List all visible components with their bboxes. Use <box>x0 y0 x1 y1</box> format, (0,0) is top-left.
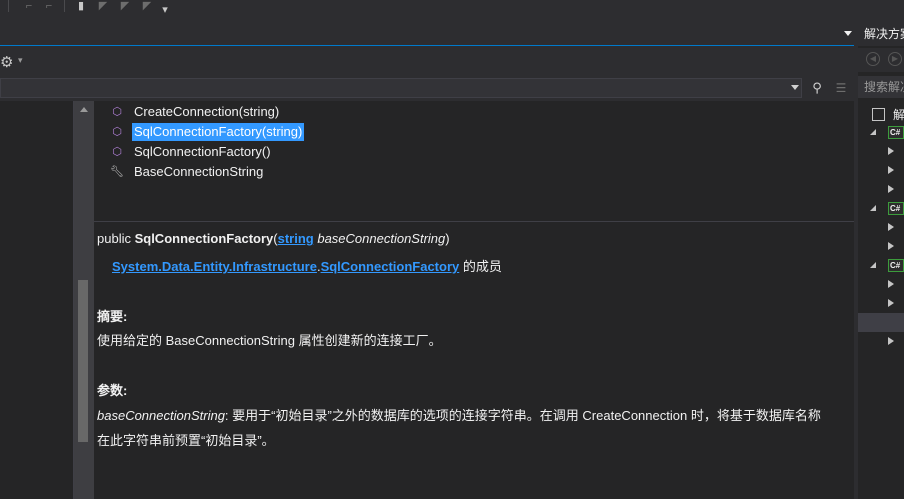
tree-project-row[interactable]: C# <box>858 123 904 142</box>
solution-icon <box>872 108 885 121</box>
csharp-project-icon: C# <box>888 259 904 272</box>
expand-icon[interactable] <box>888 147 894 155</box>
tree-row[interactable] <box>858 218 904 237</box>
clear-bookmark-icon[interactable]: ◤ <box>140 0 154 12</box>
collapse-icon[interactable] <box>870 262 876 268</box>
member-label: SqlConnectionFactory() <box>134 144 271 159</box>
scrollbar-thumb[interactable] <box>78 280 88 442</box>
expand-icon[interactable] <box>888 223 894 231</box>
document-header <box>0 22 858 46</box>
back-icon[interactable]: ◀ <box>866 52 880 66</box>
tree-row[interactable] <box>858 237 904 256</box>
toolbar-separator <box>8 0 9 12</box>
method-icon: ⬡ <box>112 106 122 118</box>
chevron-down-icon <box>791 85 799 90</box>
member-label: CreateConnection(string) <box>134 104 280 119</box>
tree-row[interactable] <box>858 332 904 351</box>
object-browser-toolbar: ⚙ ▾ <box>0 47 858 77</box>
signature-modifier: public <box>97 231 135 246</box>
tree-row[interactable] <box>858 294 904 313</box>
collapse-icon[interactable] <box>870 129 876 135</box>
tree-row[interactable] <box>858 180 904 199</box>
member-of-suffix: 的成员 <box>459 259 502 274</box>
property-icon: 🔧︎ <box>110 166 124 178</box>
expand-icon[interactable] <box>888 185 894 193</box>
member-label: BaseConnectionString <box>134 164 264 179</box>
signature-type-link[interactable]: string <box>278 231 314 246</box>
solution-explorer-title[interactable]: 解决方案 <box>858 22 904 46</box>
solution-explorer-toolbar: ◀ ▶ <box>858 48 904 72</box>
solution-explorer: 解决方案 ◀ ▶ 搜索解决 解 C# C# C# <box>858 22 904 499</box>
csharp-project-icon: C# <box>888 202 904 215</box>
objects-pane[interactable] <box>0 101 74 499</box>
summary-heading: 摘要: <box>97 309 128 324</box>
overflow-icon[interactable]: ▾ <box>158 4 172 16</box>
prev-bookmark-icon[interactable]: ◤ <box>96 0 110 12</box>
member-label: SqlConnectionFactory(string) <box>132 123 305 141</box>
member-of: System.Data.Entity.Infrastructure.SqlCon… <box>112 256 502 275</box>
class-link[interactable]: SqlConnectionFactory <box>321 259 460 274</box>
search-options-icon[interactable]: ☰ <box>832 79 850 97</box>
tree-row[interactable] <box>858 275 904 294</box>
tree-project-row[interactable]: C# <box>858 256 904 275</box>
scroll-up-icon[interactable] <box>80 107 88 112</box>
members-pane: ⬡ CreateConnection(string) ⬡ SqlConnecti… <box>94 101 854 221</box>
member-signature: public SqlConnectionFactory(string baseC… <box>97 231 450 246</box>
param-text: : 要用于“初始目录”之外的数据库的选项的连接字符串。在调用 CreateCon… <box>224 408 821 423</box>
comment-icon[interactable]: ⌐ <box>22 0 36 12</box>
search-dropdown[interactable] <box>790 78 802 98</box>
tree-row[interactable] <box>858 161 904 180</box>
gear-icon[interactable]: ⚙ <box>0 53 13 71</box>
next-bookmark-icon[interactable]: ◤ <box>118 0 132 12</box>
expand-icon[interactable] <box>888 242 894 250</box>
expand-icon[interactable] <box>888 280 894 288</box>
method-icon: ⬡ <box>112 126 122 138</box>
method-icon: ⬡ <box>112 146 122 158</box>
signature-name: SqlConnectionFactory <box>134 231 274 246</box>
search-icon[interactable]: ⚲ <box>808 79 826 97</box>
tree-row[interactable] <box>858 142 904 161</box>
params-heading: 参数: <box>97 383 128 398</box>
solution-search-input[interactable]: 搜索解决 <box>858 76 904 98</box>
signature-param: baseConnectionString <box>313 231 446 246</box>
solution-label: 解 <box>893 108 904 122</box>
expand-icon[interactable] <box>888 166 894 174</box>
forward-icon[interactable]: ▶ <box>888 52 902 66</box>
object-browser-search-row: ⚲ ☰ <box>0 78 858 100</box>
tree-row-selected[interactable] <box>858 313 904 332</box>
expand-icon[interactable] <box>888 299 894 307</box>
toolbar-separator <box>64 0 65 12</box>
tree-project-row[interactable]: C# <box>858 199 904 218</box>
csharp-project-icon: C# <box>888 126 904 139</box>
summary-text: 使用给定的 BaseConnectionString 属性创建新的连接工厂。 <box>97 333 442 348</box>
collapse-icon[interactable] <box>870 205 876 211</box>
main-toolbar: ⌐ ⌐ ▮ ◤ ◤ ◤ ▾ <box>0 0 858 22</box>
namespace-link[interactable]: System.Data.Entity.Infrastructure <box>112 259 317 274</box>
signature-paren: ) <box>445 231 450 246</box>
expand-icon[interactable] <box>888 337 894 345</box>
chevron-down-icon[interactable]: ▾ <box>18 55 23 66</box>
vertical-scrollbar[interactable] <box>74 101 94 499</box>
description-pane: public SqlConnectionFactory(string baseC… <box>94 221 854 499</box>
param-description: baseConnectionString: 要用于“初始目录”之外的数据库的选项… <box>97 405 821 424</box>
uncomment-icon[interactable]: ⌐ <box>42 0 56 12</box>
solution-root[interactable]: 解 <box>858 104 904 124</box>
chevron-down-icon[interactable] <box>844 31 852 36</box>
param-name: baseConnectionString <box>97 408 225 423</box>
param-text-continued: 在此字符串前预置“初始目录”。 <box>97 433 275 448</box>
bookmark-icon[interactable]: ▮ <box>74 0 88 12</box>
search-input[interactable] <box>0 78 802 98</box>
